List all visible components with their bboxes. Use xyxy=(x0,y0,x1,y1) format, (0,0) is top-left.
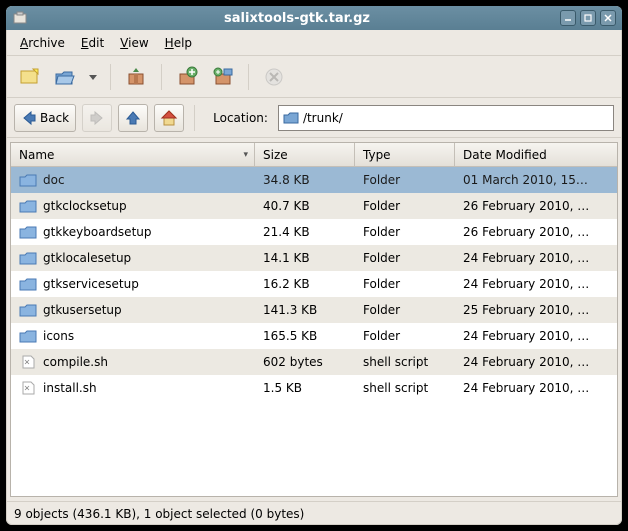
file-name-cell: compile.sh xyxy=(11,355,255,369)
archive-manager-window: salixtools-gtk.tar.gz Archive Edit View … xyxy=(6,6,622,525)
toolbar-separator xyxy=(110,64,111,90)
file-type-cell: shell script xyxy=(355,381,455,395)
file-type-cell: Folder xyxy=(355,225,455,239)
location-entry[interactable] xyxy=(278,105,614,131)
file-type-cell: Folder xyxy=(355,277,455,291)
home-button[interactable] xyxy=(154,104,184,132)
add-folder-button[interactable] xyxy=(208,62,238,92)
table-row[interactable]: gtklocalesetup14.1 KBFolder24 February 2… xyxy=(11,245,617,271)
file-size-cell: 141.3 KB xyxy=(255,303,355,317)
statusbar: 9 objects (436.1 KB), 1 object selected … xyxy=(6,501,622,525)
column-name[interactable]: Name xyxy=(11,143,255,166)
menu-archive[interactable]: Archive xyxy=(14,33,71,53)
file-size-cell: 602 bytes xyxy=(255,355,355,369)
table-row[interactable]: gtkusersetup141.3 KBFolder25 February 20… xyxy=(11,297,617,323)
file-size-cell: 1.5 KB xyxy=(255,381,355,395)
maximize-button[interactable] xyxy=(580,10,596,26)
menubar: Archive Edit View Help xyxy=(6,30,622,56)
table-row[interactable]: install.sh1.5 KBshell script24 February … xyxy=(11,375,617,401)
back-label: Back xyxy=(40,111,69,125)
file-name-cell: gtkkeyboardsetup xyxy=(11,225,255,239)
home-icon xyxy=(160,109,178,127)
file-size-cell: 21.4 KB xyxy=(255,225,355,239)
nav-separator xyxy=(194,105,195,131)
table-row[interactable]: gtkkeyboardsetup21.4 KBFolder26 February… xyxy=(11,219,617,245)
file-size-cell: 16.2 KB xyxy=(255,277,355,291)
file-date-cell: 26 February 2010, … xyxy=(455,199,617,213)
file-size-cell: 14.1 KB xyxy=(255,251,355,265)
up-icon xyxy=(125,110,141,126)
forward-button xyxy=(82,104,112,132)
toolbar-separator xyxy=(161,64,162,90)
file-date-cell: 26 February 2010, … xyxy=(455,225,617,239)
file-size-cell: 34.8 KB xyxy=(255,173,355,187)
file-type-cell: Folder xyxy=(355,329,455,343)
file-name-cell: gtkservicesetup xyxy=(11,277,255,291)
file-size-cell: 40.7 KB xyxy=(255,199,355,213)
forward-icon xyxy=(89,110,105,126)
table-row[interactable]: compile.sh602 bytesshell script24 Februa… xyxy=(11,349,617,375)
file-name-cell: gtklocalesetup xyxy=(11,251,255,265)
table-row[interactable]: icons165.5 KBFolder24 February 2010, … xyxy=(11,323,617,349)
back-icon xyxy=(21,110,37,126)
file-name-cell: doc xyxy=(11,173,255,187)
location-label: Location: xyxy=(213,111,268,125)
file-date-cell: 24 February 2010, … xyxy=(455,381,617,395)
file-type-cell: Folder xyxy=(355,251,455,265)
app-icon xyxy=(12,10,28,26)
file-name-cell: install.sh xyxy=(11,381,255,395)
add-files-button[interactable] xyxy=(172,62,202,92)
status-text: 9 objects (436.1 KB), 1 object selected … xyxy=(14,507,304,521)
file-type-cell: Folder xyxy=(355,199,455,213)
up-button[interactable] xyxy=(118,104,148,132)
file-name-cell: icons xyxy=(11,329,255,343)
file-date-cell: 24 February 2010, … xyxy=(455,329,617,343)
file-type-cell: Folder xyxy=(355,303,455,317)
file-type-cell: shell script xyxy=(355,355,455,369)
toolbar xyxy=(6,56,622,98)
menu-help[interactable]: Help xyxy=(159,33,198,53)
column-headers: Name Size Type Date Modified xyxy=(11,143,617,167)
extract-button[interactable] xyxy=(121,62,151,92)
file-date-cell: 01 March 2010, 15… xyxy=(455,173,617,187)
file-pane: Name Size Type Date Modified doc34.8 KBF… xyxy=(10,142,618,497)
location-input[interactable] xyxy=(303,111,609,125)
file-list[interactable]: doc34.8 KBFolder01 March 2010, 15…gtkclo… xyxy=(11,167,617,496)
menu-edit[interactable]: Edit xyxy=(75,33,110,53)
titlebar[interactable]: salixtools-gtk.tar.gz xyxy=(6,6,622,30)
file-name-cell: gtkusersetup xyxy=(11,303,255,317)
toolbar-separator xyxy=(248,64,249,90)
file-date-cell: 25 February 2010, … xyxy=(455,303,617,317)
table-row[interactable]: gtkservicesetup16.2 KBFolder24 February … xyxy=(11,271,617,297)
minimize-button[interactable] xyxy=(560,10,576,26)
file-type-cell: Folder xyxy=(355,173,455,187)
column-date[interactable]: Date Modified xyxy=(455,143,617,166)
close-button[interactable] xyxy=(600,10,616,26)
open-recent-button[interactable] xyxy=(86,62,100,92)
file-size-cell: 165.5 KB xyxy=(255,329,355,343)
open-archive-button[interactable] xyxy=(50,62,80,92)
file-date-cell: 24 February 2010, … xyxy=(455,277,617,291)
menu-view[interactable]: View xyxy=(114,33,154,53)
file-date-cell: 24 February 2010, … xyxy=(455,251,617,265)
table-row[interactable]: gtkclocksetup40.7 KBFolder26 February 20… xyxy=(11,193,617,219)
navbar: Back Location: xyxy=(6,98,622,138)
column-type[interactable]: Type xyxy=(355,143,455,166)
table-row[interactable]: doc34.8 KBFolder01 March 2010, 15… xyxy=(11,167,617,193)
new-archive-button[interactable] xyxy=(14,62,44,92)
column-size[interactable]: Size xyxy=(255,143,355,166)
window-title: salixtools-gtk.tar.gz xyxy=(34,11,560,26)
file-date-cell: 24 February 2010, … xyxy=(455,355,617,369)
back-button[interactable]: Back xyxy=(14,104,76,132)
file-name-cell: gtkclocksetup xyxy=(11,199,255,213)
folder-icon xyxy=(283,111,299,125)
stop-button[interactable] xyxy=(259,62,289,92)
